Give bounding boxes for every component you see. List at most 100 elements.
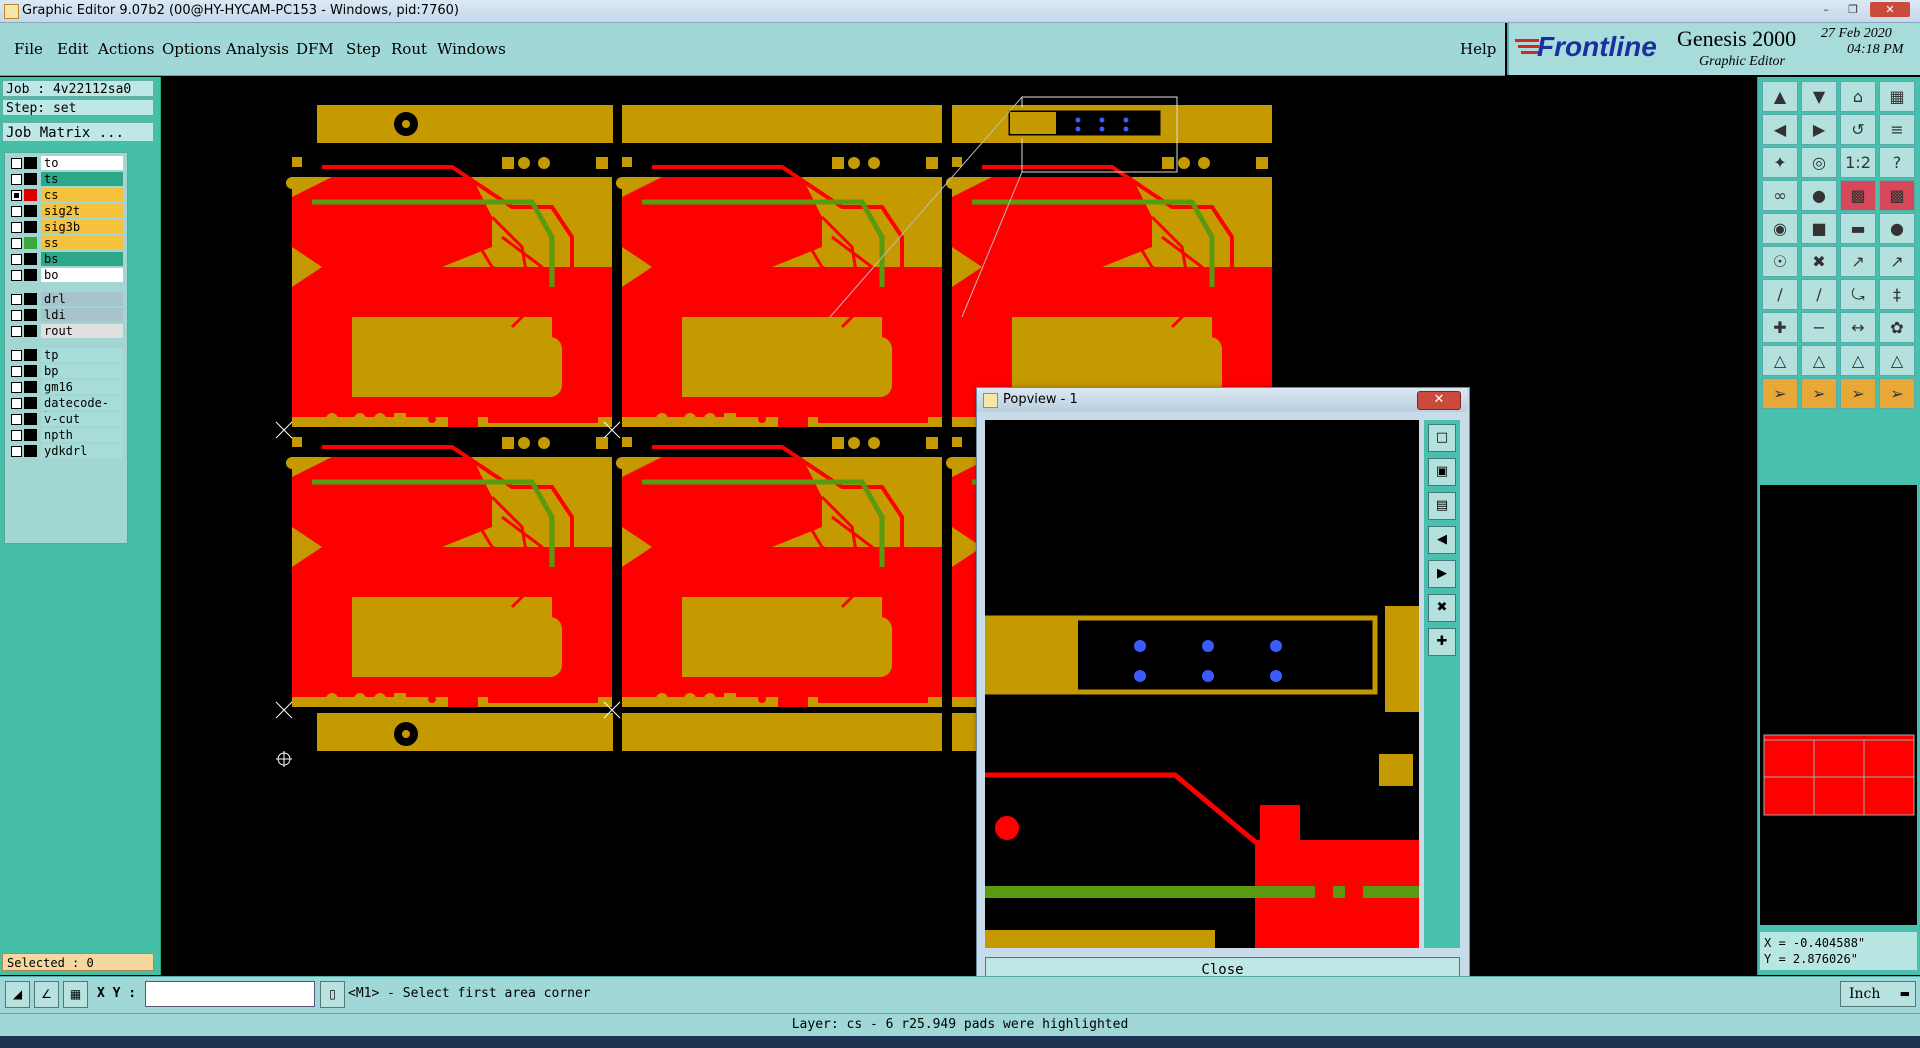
layer-checkbox[interactable] <box>11 206 22 217</box>
popview-close-icon[interactable]: ✕ <box>1417 391 1461 410</box>
overview-map[interactable] <box>1760 485 1917 925</box>
layer-checkbox[interactable] <box>11 398 22 409</box>
layer-checkbox[interactable] <box>11 446 22 457</box>
restore-icon[interactable]: ❐ <box>1842 2 1864 17</box>
pad-icon[interactable]: ● <box>1879 213 1915 244</box>
layer-checkbox[interactable] <box>11 310 22 321</box>
popview-pan-left-icon[interactable]: ◀ <box>1428 526 1456 554</box>
menu-actions[interactable]: Actions <box>98 40 154 58</box>
pointer-route-icon[interactable]: ➢ <box>1879 378 1915 409</box>
layer-name[interactable]: cs <box>41 188 123 202</box>
line-red-icon[interactable]: ∕ <box>1762 279 1798 310</box>
layer-row-sig2t[interactable]: sig2t <box>5 204 127 218</box>
layer-checkbox[interactable] <box>11 350 22 361</box>
layer-checkbox[interactable] <box>11 238 22 249</box>
layer-checkbox[interactable] <box>11 222 22 233</box>
layer-checkbox[interactable] <box>11 158 22 169</box>
popview-titlebar[interactable]: Popview - 1 ✕ <box>977 388 1467 412</box>
layer-name[interactable]: drl <box>41 292 123 306</box>
layer-row-rout[interactable]: rout <box>5 324 127 338</box>
menu-rout[interactable]: Rout <box>391 40 427 58</box>
split-icon[interactable]: ‡ <box>1879 279 1915 310</box>
layer-row-bp[interactable]: bp <box>5 364 127 378</box>
pattern-icon[interactable]: ✿ <box>1879 312 1915 343</box>
layer-name[interactable]: gm16 <box>41 380 123 394</box>
triangle-a-icon[interactable]: △ <box>1801 345 1837 376</box>
popview-pan-right-icon[interactable]: ▶ <box>1428 560 1456 588</box>
layer-row-bs[interactable]: bs <box>5 252 127 266</box>
layer-name[interactable]: ldi <box>41 308 123 322</box>
scale-icon[interactable]: 1:2 <box>1840 147 1876 178</box>
menu-edit[interactable]: Edit <box>57 40 88 58</box>
job-matrix-button[interactable]: Job Matrix ... <box>2 122 154 142</box>
layer-checkbox[interactable] <box>11 382 22 393</box>
layer-name[interactable]: datecode-bs <box>41 396 123 424</box>
layer-name[interactable]: to <box>41 156 123 170</box>
unit-select[interactable]: Inch ▬ <box>1840 981 1916 1007</box>
menu-file[interactable]: File <box>14 40 43 58</box>
layer-row-to[interactable]: to <box>5 156 127 170</box>
angle-mode-icon[interactable]: ∠ <box>34 981 59 1008</box>
help-icon[interactable]: ? <box>1879 147 1915 178</box>
arc-icon[interactable]: ⤿ <box>1840 279 1876 310</box>
layer-name[interactable]: bo <box>41 268 123 282</box>
menu-analysis[interactable]: Analysis <box>226 40 289 58</box>
layer-name[interactable]: sig2t <box>41 204 123 218</box>
layer-row-gm16[interactable]: gm16 <box>5 380 127 394</box>
layer-row-v-cut[interactable]: v-cut <box>5 412 127 426</box>
grid-mode-icon[interactable]: ▦ <box>63 981 88 1008</box>
layer-name[interactable]: npth <box>41 428 123 442</box>
layer-name[interactable]: bp <box>41 364 123 378</box>
layer-stack-icon[interactable]: ▩ <box>1840 180 1876 211</box>
line-blue-icon[interactable]: ∕ <box>1801 279 1837 310</box>
menu-windows[interactable]: Windows <box>437 40 506 58</box>
line-mode-icon[interactable]: ◢ <box>5 981 30 1008</box>
measure-icon[interactable]: ∞ <box>1762 180 1798 211</box>
minimize-icon[interactable]: – <box>1815 2 1837 17</box>
popview-zoom-out-icon[interactable]: ▤ <box>1428 492 1456 520</box>
layer-stack-red-icon[interactable]: ▩ <box>1879 180 1915 211</box>
close-window-icon[interactable]: ✕ <box>1870 2 1910 17</box>
pointer-select-icon[interactable]: ➢ <box>1801 378 1837 409</box>
layer-name[interactable]: rout <box>41 324 123 338</box>
layer-name[interactable]: bs <box>41 252 123 266</box>
popview-canvas[interactable] <box>985 420 1419 948</box>
step-icon[interactable]: ≡ <box>1879 114 1915 145</box>
layer-checkbox[interactable] <box>11 270 22 281</box>
menu-help[interactable]: Help <box>1460 40 1496 58</box>
popview-zoom-area-icon[interactable]: ✖ <box>1428 594 1456 622</box>
layer-checkbox[interactable] <box>11 174 22 185</box>
layer-row-drl[interactable]: drl <box>5 292 127 306</box>
rout-icon[interactable]: ↺ <box>1840 114 1876 145</box>
info-icon[interactable]: ▯ <box>320 981 345 1008</box>
xy-input[interactable] <box>145 981 315 1007</box>
cross-icon[interactable]: ✖ <box>1801 246 1837 277</box>
net-icon[interactable]: ☉ <box>1762 246 1798 277</box>
ruler-icon[interactable]: ▬ <box>1840 213 1876 244</box>
layer-checkbox[interactable] <box>11 414 22 425</box>
layer-row-npth[interactable]: npth <box>5 428 127 442</box>
triangle-b-icon[interactable]: △ <box>1840 345 1876 376</box>
popview-center-icon[interactable]: ✚ <box>1428 628 1456 656</box>
snap-top-icon[interactable]: ▲ <box>1762 81 1798 112</box>
layer-name[interactable]: v-cut <box>41 412 123 426</box>
layer-row-ydkdrl[interactable]: ydkdrl <box>5 444 127 458</box>
align-right-icon[interactable]: ▶ <box>1801 114 1837 145</box>
popview-zoom-in-icon[interactable]: ▣ <box>1428 458 1456 486</box>
triangle-red-icon[interactable]: △ <box>1762 345 1798 376</box>
layer-name[interactable]: ts <box>41 172 123 186</box>
layer-checkbox[interactable] <box>11 366 22 377</box>
window-split-icon[interactable]: ▦ <box>1879 81 1915 112</box>
zoom-center-icon[interactable]: ◎ <box>1801 147 1837 178</box>
layer-row-datecode-bs[interactable]: datecode-bs <box>5 396 127 424</box>
menu-step[interactable]: Step <box>346 40 381 58</box>
layer-row-ts[interactable]: ts <box>5 172 127 186</box>
popview-zoom-fit-icon[interactable]: □ <box>1428 424 1456 452</box>
graphic-canvas[interactable] <box>162 77 1757 975</box>
triangle-c-icon[interactable]: △ <box>1879 345 1915 376</box>
layer-name[interactable]: ss <box>41 236 123 250</box>
pointer-icon[interactable]: ➢ <box>1762 378 1798 409</box>
menu-options[interactable]: Options <box>162 40 221 58</box>
move-icon[interactable]: ✚ <box>1762 312 1798 343</box>
layer-row-sig3b[interactable]: sig3b <box>5 220 127 234</box>
